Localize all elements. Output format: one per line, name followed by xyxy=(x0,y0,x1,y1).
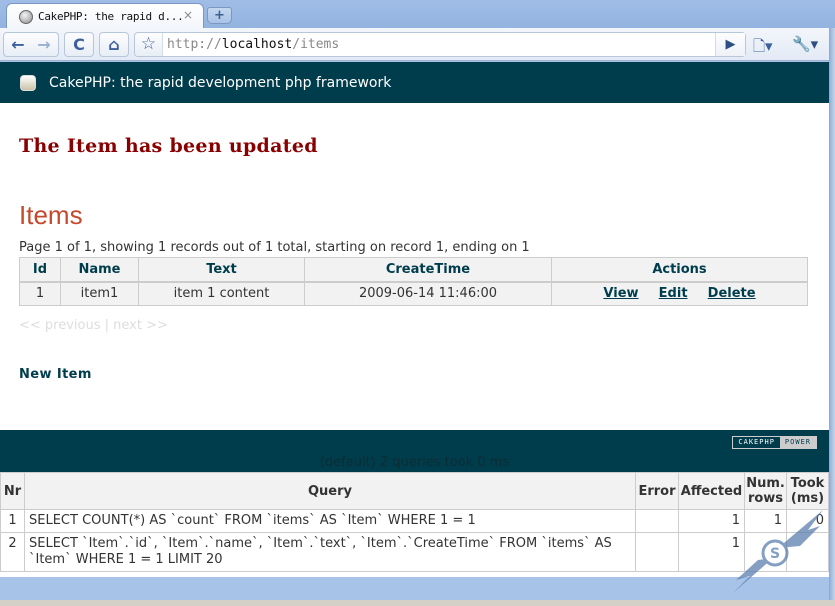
page-title: Items xyxy=(19,200,83,230)
address-bar[interactable]: ☆ http://localhost/items ▶ xyxy=(134,32,746,57)
view-link[interactable]: View xyxy=(603,286,638,301)
os-taskbar xyxy=(0,600,835,606)
cell-text: item 1 content xyxy=(138,281,305,306)
reload-icon: C xyxy=(73,35,85,54)
sql-header-nr: Nr xyxy=(0,472,25,510)
column-header-actions: Actions xyxy=(551,257,808,283)
cakephp-favicon-icon xyxy=(19,9,33,24)
cell-id: 1 xyxy=(19,281,61,306)
back-arrow-icon[interactable]: ← xyxy=(5,35,31,54)
column-header-id[interactable]: Id xyxy=(19,257,61,283)
sql-cell-query: SELECT COUNT(*) AS `count` FROM `items` … xyxy=(24,509,636,533)
table-row: 1 item1 item 1 content 2009-06-14 11:46:… xyxy=(19,281,808,306)
page-viewport: CakePHP: the rapid development php frame… xyxy=(0,62,829,577)
sql-cell-nr: 2 xyxy=(0,532,25,572)
sql-cell-error xyxy=(635,532,679,572)
sql-row: 2 SELECT `Item`.`id`, `Item`.`name`, `It… xyxy=(0,532,829,572)
header-title[interactable]: CakePHP: the rapid development php frame… xyxy=(49,75,391,91)
table-header-row: Id Name Text CreateTime Actions xyxy=(19,257,808,283)
back-forward-group: ← → xyxy=(3,32,59,57)
paging-info: Page 1 of 1, showing 1 records out of 1 … xyxy=(19,240,530,255)
badge-left: CAKEPHP xyxy=(733,437,780,448)
app-header: CakePHP: the rapid development php frame… xyxy=(0,62,829,103)
delete-link[interactable]: Delete xyxy=(708,286,756,301)
sql-header-num-rows: Num. rows xyxy=(744,472,787,510)
window-border xyxy=(829,28,835,606)
browser-tab[interactable]: CakePHP: the rapid d... × xyxy=(6,3,204,29)
tab-title: CakePHP: the rapid d... xyxy=(38,10,184,23)
sql-cell-affected: 1 xyxy=(678,532,745,572)
sql-cell-took: 0 xyxy=(786,509,829,533)
sql-header-query: Query xyxy=(24,472,636,510)
sql-header-took: Took (ms) xyxy=(786,472,829,510)
page-menu-icon[interactable]: 🗋▾ xyxy=(753,36,773,61)
pagination: << previous | next >> xyxy=(19,318,168,333)
tab-strip: CakePHP: the rapid d... × + xyxy=(0,0,835,29)
cell-createtime: 2009-06-14 11:46:00 xyxy=(304,281,552,306)
sql-header-error: Error xyxy=(635,472,679,510)
sql-cell-nr: 1 xyxy=(0,509,25,533)
plus-icon: + xyxy=(214,8,225,23)
url-host: localhost xyxy=(221,37,293,52)
cakephp-power-badge[interactable]: CAKEPHP POWER xyxy=(732,436,817,449)
previous-link: << previous xyxy=(19,318,101,333)
home-button[interactable]: ⌂ xyxy=(99,32,129,57)
browser-toolbar: ← → C ⌂ ☆ http://localhost/items ▶ 🗋▾ 🔧▾ xyxy=(0,28,829,61)
home-icon: ⌂ xyxy=(108,35,120,54)
flash-message: The Item has been updated xyxy=(19,135,318,157)
badge-right: POWER xyxy=(779,437,816,448)
sql-log-table: Nr Query Error Affected Num. rows Took (… xyxy=(0,472,829,572)
sql-header-row: Nr Query Error Affected Num. rows Took (… xyxy=(0,472,829,510)
wrench-menu-icon[interactable]: 🔧▾ xyxy=(792,35,818,53)
cakephp-logo-icon xyxy=(20,74,36,91)
sql-log-caption: (default) 2 queries took 0 ms xyxy=(319,455,510,470)
tab-close-icon[interactable]: × xyxy=(183,8,193,22)
sql-row: 1 SELECT COUNT(*) AS `count` FROM `items… xyxy=(0,509,829,533)
column-header-createtime[interactable]: CreateTime xyxy=(304,257,552,283)
url-path: /items xyxy=(292,37,340,52)
go-arrow-icon[interactable]: ▶ xyxy=(715,33,745,56)
pager-separator: | xyxy=(104,318,110,333)
sql-cell-num-rows: 1 xyxy=(744,509,787,533)
cell-name: item1 xyxy=(60,281,139,306)
new-tab-button[interactable]: + xyxy=(207,7,232,24)
sql-cell-query: SELECT `Item`.`id`, `Item`.`name`, `Item… xyxy=(24,532,636,572)
sql-cell-num-rows xyxy=(744,532,787,572)
items-table: Id Name Text CreateTime Actions 1 item1 … xyxy=(19,257,808,306)
reload-button[interactable]: C xyxy=(64,32,94,57)
url-scheme: http:// xyxy=(167,37,222,52)
column-header-name[interactable]: Name xyxy=(60,257,139,283)
cell-actions: View Edit Delete xyxy=(551,281,808,306)
sql-cell-error xyxy=(635,509,679,533)
forward-arrow-icon[interactable]: → xyxy=(31,35,57,54)
app-footer: CAKEPHP POWER (default) 2 queries took 0… xyxy=(0,430,829,472)
bookmark-star-icon[interactable]: ☆ xyxy=(135,33,163,56)
new-item-link[interactable]: New Item xyxy=(19,367,92,382)
column-header-text[interactable]: Text xyxy=(138,257,305,283)
edit-link[interactable]: Edit xyxy=(659,286,688,301)
sql-cell-took xyxy=(786,532,829,572)
url-text[interactable]: http://localhost/items xyxy=(163,37,339,52)
sql-header-affected: Affected xyxy=(678,472,745,510)
sql-cell-affected: 1 xyxy=(678,509,745,533)
next-link: next >> xyxy=(113,318,168,333)
